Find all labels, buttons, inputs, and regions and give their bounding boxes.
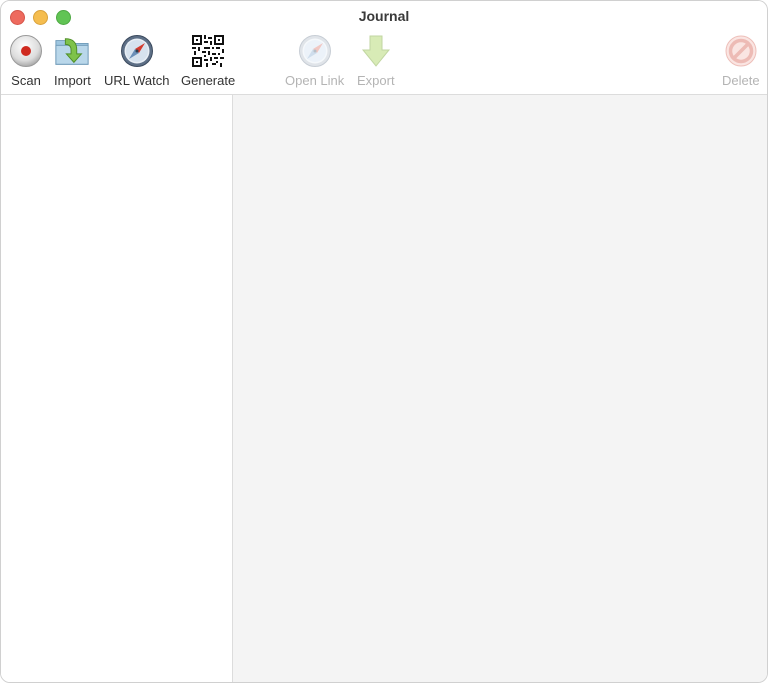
open-link-label: Open Link (285, 73, 345, 88)
record-icon (8, 33, 44, 69)
generate-label: Generate (181, 73, 236, 88)
arrow-down-icon (358, 33, 394, 69)
import-label: Import (54, 73, 91, 88)
window-title: Journal (358, 8, 410, 24)
generate-button[interactable]: Generate (181, 33, 235, 88)
qr-code-icon (190, 33, 226, 69)
compass-icon (119, 33, 155, 69)
scan-button[interactable]: Scan (8, 33, 44, 88)
url-watch-label: URL Watch (104, 73, 170, 88)
journal-window: Journal Scan Import URL Watch Generate O… (0, 0, 768, 683)
prohibited-icon (723, 33, 759, 69)
url-watch-button[interactable]: URL Watch (104, 33, 170, 88)
journal-list-pane[interactable] (1, 95, 233, 682)
delete-label: Delete (722, 73, 760, 88)
delete-button[interactable]: Delete (722, 33, 760, 88)
import-button[interactable]: Import (54, 33, 91, 88)
open-link-button[interactable]: Open Link (285, 33, 344, 88)
scan-label: Scan (11, 73, 41, 88)
window-toolbar: Journal Scan Import URL Watch Generate O… (1, 1, 767, 95)
export-label: Export (357, 73, 395, 88)
export-button[interactable]: Export (357, 33, 395, 88)
folder-import-icon (54, 33, 90, 69)
detail-pane (233, 95, 767, 682)
compass-icon (297, 33, 333, 69)
